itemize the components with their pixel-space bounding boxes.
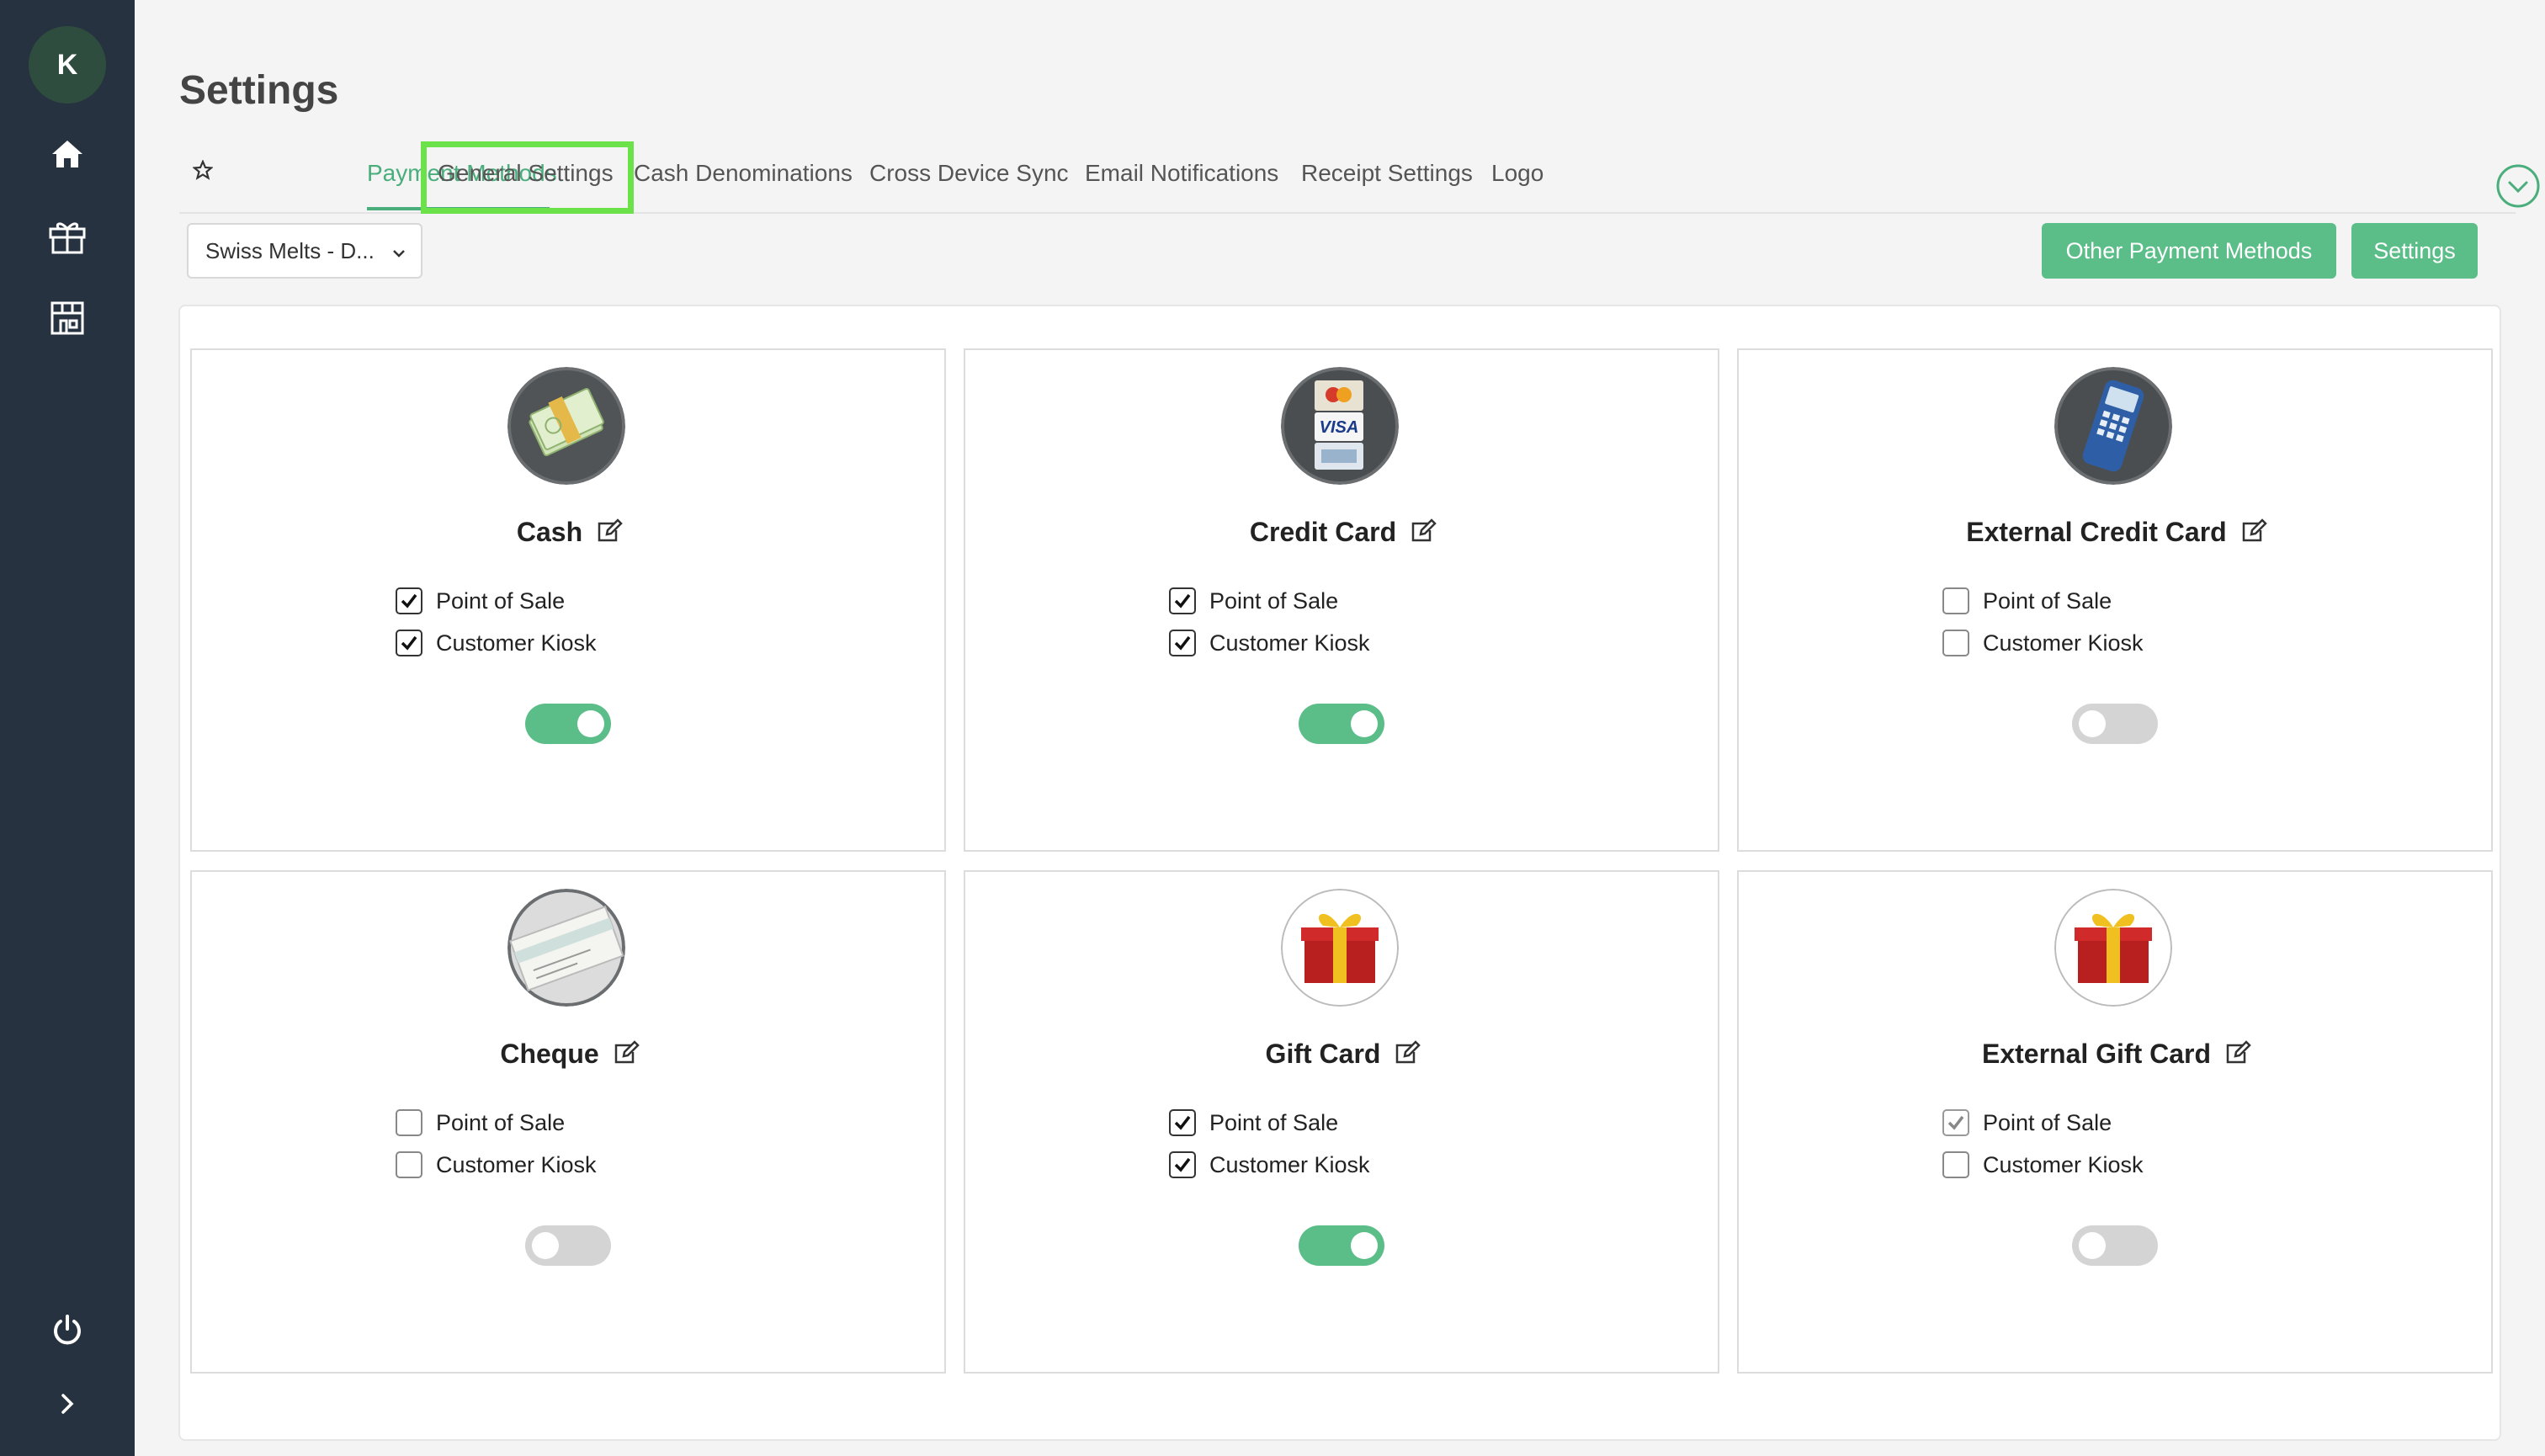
- toggle-knob: [532, 1232, 559, 1259]
- card-title: Cheque: [500, 1039, 599, 1069]
- checkbox-checked[interactable]: [1169, 587, 1196, 614]
- tab-general-settings[interactable]: General Settings: [438, 160, 614, 187]
- checkbox-unchecked[interactable]: [396, 1151, 422, 1178]
- point-of-sale-label: Point of Sale: [1209, 587, 1339, 614]
- point-of-sale-checkbox[interactable]: Point of Sale: [1942, 587, 2112, 614]
- edit-icon[interactable]: [1410, 518, 1437, 550]
- customer-kiosk-checkbox[interactable]: Customer Kiosk: [1942, 1151, 2144, 1178]
- point-of-sale-label: Point of Sale: [1209, 1109, 1339, 1135]
- edit-icon[interactable]: [1394, 1039, 1421, 1072]
- card-title: External Credit Card: [1966, 517, 2227, 547]
- payment-card-cheque: Cheque Point of Sale Customer Kiosk: [190, 870, 946, 1374]
- enable-toggle[interactable]: [525, 1225, 611, 1266]
- customer-kiosk-label: Customer Kiosk: [436, 630, 597, 656]
- tab-receipt-settings[interactable]: Receipt Settings: [1301, 160, 1473, 187]
- payment-card-credit-card: VISA Credit Card Point of Sale Customer …: [964, 348, 1719, 852]
- location-select[interactable]: Swiss Melts - D...: [187, 223, 422, 279]
- customer-kiosk-checkbox[interactable]: Customer Kiosk: [1942, 630, 2144, 656]
- tab-cross-device-sync[interactable]: Cross Device Sync: [869, 160, 1069, 187]
- toggle-knob: [577, 710, 604, 737]
- checkbox-unchecked[interactable]: [1942, 587, 1969, 614]
- checkbox-unchecked[interactable]: [396, 1109, 422, 1136]
- store-icon[interactable]: [44, 295, 91, 342]
- other-payment-methods-button[interactable]: Other Payment Methods: [2042, 223, 2336, 279]
- chevron-down-icon: [391, 242, 407, 268]
- customer-kiosk-label: Customer Kiosk: [1209, 630, 1370, 656]
- enable-toggle[interactable]: [2072, 1225, 2158, 1266]
- cheque-icon: [507, 889, 625, 1007]
- power-icon[interactable]: [44, 1306, 91, 1353]
- cash-icon: [507, 367, 625, 485]
- customer-kiosk-checkbox[interactable]: Customer Kiosk: [396, 630, 597, 656]
- customer-kiosk-label: Customer Kiosk: [1983, 1151, 2144, 1177]
- customer-kiosk-checkbox[interactable]: Customer Kiosk: [396, 1151, 597, 1178]
- page-title: Settings: [179, 68, 339, 113]
- point-of-sale-label: Point of Sale: [1983, 587, 2112, 614]
- customer-kiosk-checkbox[interactable]: Customer Kiosk: [1169, 630, 1370, 656]
- point-of-sale-label: Point of Sale: [436, 1109, 566, 1135]
- checkbox-unchecked[interactable]: [1942, 1151, 1969, 1178]
- star-icon[interactable]: [192, 159, 214, 184]
- toggle-knob: [1351, 710, 1378, 737]
- enable-toggle[interactable]: [525, 704, 611, 744]
- edit-icon[interactable]: [613, 1039, 640, 1072]
- chevron-right-icon[interactable]: [44, 1380, 91, 1427]
- toggle-knob: [2079, 710, 2106, 737]
- tab-email-notifications[interactable]: Email Notifications: [1085, 160, 1278, 187]
- toggle-knob: [2079, 1232, 2106, 1259]
- credit-card-icon: VISA: [1281, 367, 1399, 485]
- sidebar: K: [0, 0, 135, 1456]
- settings-tabs: Payment Methods General Settings Cash De…: [179, 141, 2540, 214]
- payment-card-external-credit-card: External Credit Card Point of Sale Custo…: [1737, 348, 2493, 852]
- edit-icon[interactable]: [2240, 518, 2267, 550]
- customer-kiosk-label: Customer Kiosk: [1983, 630, 2144, 656]
- main-content: Settings Payment Methods General Setting…: [135, 0, 2545, 1456]
- point-of-sale-label: Point of Sale: [1983, 1109, 2112, 1135]
- gift-box-icon: [1281, 889, 1399, 1007]
- card-title: Cash: [516, 517, 583, 547]
- payment-card-gift-card: Gift Card Point of Sale Customer Kiosk: [964, 870, 1719, 1374]
- payment-methods-panel: Cash Point of Sale Customer Kiosk VISA C…: [178, 305, 2501, 1441]
- card-terminal-icon: [2054, 367, 2172, 485]
- edit-icon[interactable]: [596, 518, 623, 550]
- svg-text:VISA: VISA: [1320, 418, 1359, 437]
- payment-card-cash: Cash Point of Sale Customer Kiosk: [190, 348, 946, 852]
- checkbox-checked-disabled[interactable]: [1942, 1109, 1969, 1136]
- point-of-sale-checkbox[interactable]: Point of Sale: [1169, 587, 1338, 614]
- point-of-sale-checkbox[interactable]: Point of Sale: [396, 1109, 565, 1136]
- checkbox-checked[interactable]: [1169, 1109, 1196, 1136]
- payment-card-external-gift-card: External Gift Card Point of Sale Custome…: [1737, 870, 2493, 1374]
- checkbox-checked[interactable]: [396, 630, 422, 656]
- card-title: Gift Card: [1265, 1039, 1381, 1069]
- gift-box-icon: [2054, 889, 2172, 1007]
- checkbox-checked[interactable]: [396, 587, 422, 614]
- customer-kiosk-label: Customer Kiosk: [436, 1151, 597, 1177]
- customer-kiosk-checkbox[interactable]: Customer Kiosk: [1169, 1151, 1370, 1178]
- checkbox-unchecked[interactable]: [1942, 630, 1969, 656]
- enable-toggle[interactable]: [1299, 1225, 1384, 1266]
- settings-button[interactable]: Settings: [2351, 223, 2478, 279]
- enable-toggle[interactable]: [1299, 704, 1384, 744]
- customer-kiosk-label: Customer Kiosk: [1209, 1151, 1370, 1177]
- point-of-sale-checkbox[interactable]: Point of Sale: [1942, 1109, 2112, 1136]
- tab-logo[interactable]: Logo: [1491, 160, 1543, 187]
- point-of-sale-label: Point of Sale: [436, 587, 566, 614]
- avatar[interactable]: K: [29, 26, 106, 104]
- tab-cash-denominations[interactable]: Cash Denominations: [634, 160, 853, 187]
- card-title: External Gift Card: [1981, 1039, 2212, 1069]
- home-icon[interactable]: [44, 130, 91, 178]
- chevron-down-circle-icon[interactable]: [2495, 163, 2541, 213]
- card-title: Credit Card: [1249, 517, 1397, 547]
- enable-toggle[interactable]: [2072, 704, 2158, 744]
- location-select-value: Swiss Melts - D...: [205, 237, 375, 263]
- gift-icon[interactable]: [44, 213, 91, 260]
- edit-icon[interactable]: [2224, 1039, 2251, 1072]
- checkbox-checked[interactable]: [1169, 630, 1196, 656]
- checkbox-checked[interactable]: [1169, 1151, 1196, 1178]
- point-of-sale-checkbox[interactable]: Point of Sale: [1169, 1109, 1338, 1136]
- toggle-knob: [1351, 1232, 1378, 1259]
- point-of-sale-checkbox[interactable]: Point of Sale: [396, 587, 565, 614]
